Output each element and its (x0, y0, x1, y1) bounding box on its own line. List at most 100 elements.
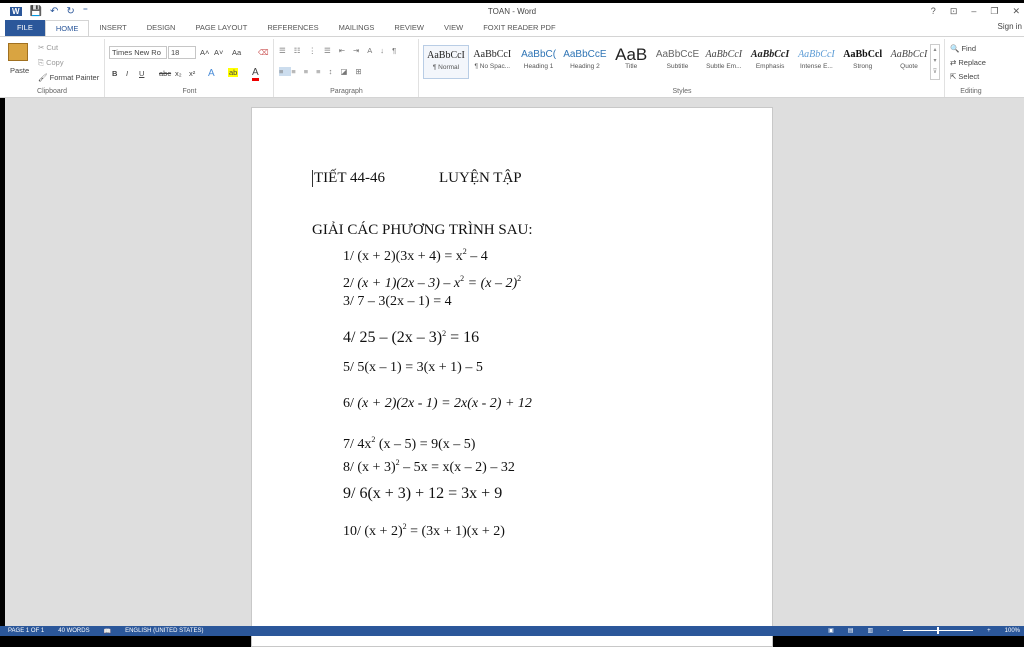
zoom-out-button[interactable]: - (887, 628, 889, 634)
tab-home[interactable]: HOME (44, 20, 90, 36)
copy-label: Copy (46, 58, 64, 67)
multilevel-icon[interactable]: ⋮☰ (308, 46, 338, 55)
zoom-in-button[interactable]: + (987, 628, 991, 634)
style-item[interactable]: AaBbCcE Subtitle (655, 45, 701, 79)
zoom-slider[interactable] (903, 627, 974, 634)
undo-icon[interactable]: ↶ (50, 6, 58, 17)
style-name: Subtitle (666, 63, 689, 70)
sign-in-link[interactable]: Sign in (998, 22, 1022, 31)
help-button[interactable]: ? (931, 6, 936, 17)
font-name-select[interactable]: Times New Ro (109, 46, 167, 59)
minimize-button[interactable]: – (971, 6, 976, 17)
style-item[interactable]: AaBbCcI Quote (886, 45, 932, 79)
tab-references[interactable]: REFERENCES (257, 20, 328, 36)
style-name: Heading 1 (523, 63, 554, 70)
align-center-icon[interactable]: ≡ (291, 67, 303, 76)
tab-file[interactable]: FILE (5, 20, 45, 36)
shrink-font-button[interactable]: A˅ (214, 48, 223, 57)
italic-button[interactable]: I (126, 69, 128, 78)
tab-design[interactable]: DESIGN (137, 20, 186, 36)
superscript-button[interactable]: x² (189, 69, 195, 78)
equation: 2/ (x + 1)(2x – 3) – x2 = (x – 2)2 (343, 274, 521, 292)
editing-group: 🔍 Find ⇄ Replace ⇱ Select Editing (946, 39, 996, 97)
align-right-icon[interactable]: ≡ (304, 67, 316, 76)
tab-mailings[interactable]: MAILINGS (329, 20, 385, 36)
cut-button[interactable]: ✂ Cut (38, 43, 58, 52)
styles-scroll[interactable]: ▴ ▾ ⊽ (930, 44, 940, 80)
line-spacing-icon[interactable]: ↕ (329, 67, 341, 76)
paste-button[interactable]: Paste (10, 66, 29, 75)
web-layout-icon[interactable]: ▥ (867, 627, 873, 634)
style-item[interactable]: AaBbCcl Strong (840, 45, 886, 79)
bullets-icon[interactable]: ☰ (279, 46, 294, 55)
text-effects-button[interactable]: A (208, 68, 215, 79)
ribbon-display-button[interactable]: ⊡ (950, 6, 958, 17)
highlight-button[interactable]: ab (228, 68, 239, 77)
zoom-slider-thumb[interactable] (937, 627, 940, 634)
find-button[interactable]: 🔍 Find (950, 44, 976, 53)
save-icon[interactable]: 💾 (30, 6, 42, 17)
sort-icon[interactable]: A↓ (367, 46, 392, 55)
align-left-icon[interactable]: ≡ (279, 67, 292, 76)
style-item[interactable]: AaB Title (608, 45, 654, 79)
equation-text: (x + 2)(2x - 1) = 2x(x - 2) + 12 (357, 396, 532, 411)
tab-view[interactable]: VIEW (434, 20, 473, 36)
style-item[interactable]: AaBbCcI Emphasis (747, 45, 793, 79)
style-item[interactable]: AaBbCcI Intense E... (793, 45, 839, 79)
show-marks-icon[interactable]: ¶ (392, 46, 404, 55)
style-sample: AaBbCcI (427, 50, 465, 61)
cut-label: Cut (46, 43, 59, 52)
change-case-button[interactable]: Aa (232, 48, 241, 57)
copy-button[interactable]: ⎘ Copy (38, 58, 64, 68)
justify-icon[interactable]: ≡ (316, 67, 328, 76)
equation-text: 4x (357, 437, 372, 452)
paragraph-row2[interactable]: ≡≡≡≡↕◪⊞ (279, 67, 370, 76)
strikethrough-button[interactable]: abc (159, 69, 171, 78)
find-label: Find (961, 44, 977, 53)
tab-foxit[interactable]: FOXIT READER PDF (473, 20, 565, 36)
clear-formatting-icon[interactable]: ⌫ (258, 48, 269, 57)
format-painter-button[interactable]: 🖌 Format Painter (38, 73, 99, 82)
language[interactable]: ENGLISH (UNITED STATES) (125, 628, 203, 634)
style-sample: AaBbCcI (890, 49, 928, 60)
word-app-icon[interactable]: W (10, 7, 22, 16)
style-item[interactable]: AaBbCcI ¶ Normal (423, 45, 469, 79)
style-item[interactable]: AaBbCcI ¶ No Spac... (469, 45, 515, 79)
font-size-select[interactable]: 18 (168, 46, 196, 59)
customize-toolbar-icon[interactable]: ⁼ (83, 6, 88, 17)
close-button[interactable]: ✕ (1012, 6, 1020, 17)
redo-icon[interactable]: ↻ (66, 6, 74, 17)
select-button[interactable]: ⇱ Select (950, 72, 979, 81)
restore-button[interactable]: ❐ (990, 6, 998, 17)
equation-number: 6/ (343, 396, 354, 411)
print-layout-icon[interactable]: ▤ (848, 627, 854, 634)
paste-icon[interactable] (8, 43, 28, 61)
equation: 8/ (x + 3)2 – 5x = x(x – 2) – 32 (343, 458, 515, 476)
read-mode-icon[interactable]: ▣ (828, 627, 834, 634)
equation-text: 7 – 3(2x – 1) = 4 (357, 294, 452, 309)
underline-button[interactable]: U (139, 69, 144, 78)
borders-icon[interactable]: ⊞ (355, 67, 369, 76)
style-item[interactable]: AaBbCcI Subtle Em... (701, 45, 747, 79)
tab-insert[interactable]: INSERT (89, 20, 136, 36)
tab-page-layout[interactable]: PAGE LAYOUT (185, 20, 257, 36)
numbering-icon[interactable]: ☷ (294, 46, 309, 55)
proofing-icon[interactable]: 📖 (104, 628, 111, 635)
increase-indent-icon[interactable]: ⇥ (353, 46, 367, 55)
equation-number: 2/ (343, 276, 354, 291)
subscript-button[interactable]: x₂ (175, 69, 182, 78)
grow-font-button[interactable]: A˄ (200, 48, 209, 57)
document-page[interactable]: TIẾT 44-46 LUYỆN TẬP GIẢI CÁC PHƯƠNG TRÌ… (251, 107, 773, 647)
bold-button[interactable]: B (112, 69, 117, 78)
font-color-button[interactable]: A (252, 67, 259, 81)
style-item[interactable]: AaBbCcE Heading 2 (562, 45, 608, 79)
word-count[interactable]: 40 WORDS (58, 628, 89, 634)
zoom-level[interactable]: 100% (1005, 628, 1020, 634)
shading-icon[interactable]: ◪ (340, 67, 355, 76)
page-count[interactable]: PAGE 1 OF 1 (8, 628, 44, 634)
replace-button[interactable]: ⇄ Replace (950, 58, 986, 67)
paragraph-row1[interactable]: ☰☷⋮☰⇤⇥A↓¶ (279, 46, 404, 55)
tab-review[interactable]: REVIEW (384, 20, 434, 36)
decrease-indent-icon[interactable]: ⇤ (339, 46, 353, 55)
style-item[interactable]: AaBbC(Heading 1 (516, 45, 562, 79)
